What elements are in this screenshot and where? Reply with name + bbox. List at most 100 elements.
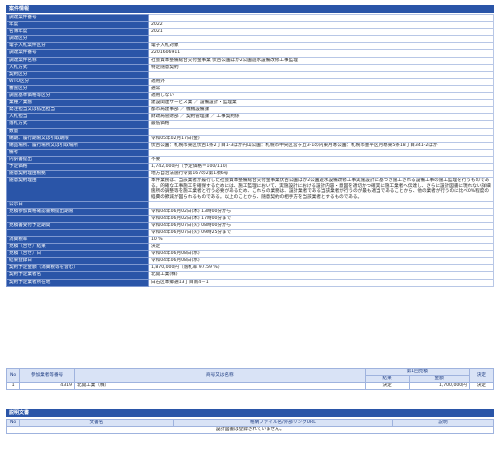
info-row: 調達区分 bbox=[6, 35, 494, 44]
info-row-label: 消費税率 bbox=[6, 235, 149, 245]
info-row-label: 調達案件番号 bbox=[6, 13, 149, 23]
info-row: 名簿年度 2021 bbox=[6, 28, 494, 37]
info-row: 予定価格 1,742,000円（予定価格＝100/110） bbox=[6, 162, 494, 172]
info-row-label: 業種／業態 bbox=[6, 99, 149, 108]
info-row: 年度 2022 bbox=[6, 21, 494, 30]
info-row-value: 特定随意契約 bbox=[148, 63, 494, 72]
info-row-label: 随意契約理由 bbox=[6, 177, 149, 202]
info-row: 契約区分 bbox=[6, 70, 494, 79]
table-row: 1 4319 北開工業（株） 決定 1,700,000円 決定 bbox=[5, 382, 495, 390]
info-row-value: 伏古公園：札幌市東区伏古1条2丁目1-3ほか円山公園：札幌市中央区宮ヶ丘3-1の… bbox=[148, 141, 494, 150]
info-row-value: 電子入札対象 bbox=[148, 42, 494, 51]
info-row-label: 名簿年度 bbox=[6, 28, 149, 37]
info-row: 公示日 bbox=[6, 200, 494, 209]
info-row-label bbox=[6, 228, 149, 238]
info-row-label: 随意契約理由根拠 bbox=[6, 170, 149, 179]
info-row-label: 入札担当 bbox=[6, 113, 149, 122]
info-row-label: 内訳書提出 bbox=[6, 155, 149, 164]
info-row-label: 納品場所、履行場所又は引取場所 bbox=[6, 141, 149, 150]
info-row: 内訳書提出 不要 bbox=[6, 155, 494, 164]
info-row: 随意契約理由根拠 地方自治法施行令第167の2第1項6号 bbox=[6, 170, 494, 179]
info-row: 調達案件番号 2201606911 bbox=[6, 49, 494, 58]
info-row: 令和04年06月07日(火) 09時25分まで bbox=[6, 228, 494, 238]
case-info-header: 案件情報 bbox=[6, 5, 494, 13]
info-row: 調査基準価格等区分 適用しない bbox=[6, 92, 494, 101]
info-row-value bbox=[148, 200, 494, 209]
bid-company-name: 北開工業（株） bbox=[73, 382, 366, 390]
info-row-value: 令和04年06月08日(水) bbox=[148, 257, 494, 266]
col-round1: 第1回見積 bbox=[364, 368, 470, 376]
info-row-value: 本件業務は、当該業者が履行した社会資本整備総合交付金事業伏古公園ほか2公園遊水設… bbox=[148, 177, 494, 202]
info-row-label: 見積書受付予定期間 bbox=[6, 221, 149, 230]
col-company-name: 商号又は名称 bbox=[73, 368, 366, 383]
info-row-value: 2201606911 bbox=[148, 49, 494, 58]
bid-registration-number: 4319 bbox=[19, 382, 75, 390]
info-row: 令和04年06月02日(木) 17時00分まで bbox=[6, 214, 494, 223]
info-row-label: 公示日 bbox=[6, 200, 149, 209]
info-row-value: 白石区本郷通13丁目南4－1 bbox=[148, 278, 494, 287]
info-row-value: 決定 bbox=[148, 243, 494, 252]
info-row: 契約予定金額（消費税等を含む） 1,870,000円（落札率 97.59 %） bbox=[6, 264, 494, 273]
info-row-value: 通常 bbox=[148, 84, 494, 94]
info-row: 発注担当又は払出担当 都市局建事部 ／ 機械設備課 bbox=[6, 106, 494, 115]
info-row-value: 令和04年06月07日(火) 08時00分から bbox=[148, 221, 494, 230]
bid-amount: 1,700,000円 bbox=[408, 382, 470, 390]
info-row-label: 備考 bbox=[6, 148, 149, 157]
info-row: 契約予定業者名 北開工業(株) bbox=[6, 271, 494, 280]
info-row-label: 見積（合せ）結果 bbox=[6, 243, 149, 252]
info-row-value: 建設関連サービス業 ／ 設備設計・監理業 bbox=[148, 99, 494, 108]
info-row-value: 2022 bbox=[148, 21, 494, 30]
info-row: 入札方式 特定随意契約 bbox=[6, 63, 494, 72]
info-row-label: 調査基準価格等区分 bbox=[6, 92, 149, 101]
info-row-label: 予定価格 bbox=[6, 162, 149, 172]
doc-col-file: 格納ファイル名/外部リンクURL bbox=[172, 419, 394, 427]
documents-header: 説明文書 bbox=[6, 409, 494, 417]
info-row-label: 落札方式 bbox=[6, 120, 149, 129]
info-row-label: 電子入札案件区分 bbox=[6, 42, 149, 51]
doc-col-description: 説明 bbox=[392, 419, 494, 427]
info-row-value: 令和05年02月17日(金) bbox=[148, 134, 494, 143]
info-row-value: 1,870,000円（落札率 97.59 %） bbox=[148, 264, 494, 273]
bid-result-table: No 参加業者等番号 商号又は名称 第1回見積 決定 結果 金額 1 4319 … bbox=[5, 368, 495, 390]
bid-no: 1 bbox=[5, 382, 21, 390]
info-row-label: 入札方式 bbox=[6, 63, 149, 72]
doc-col-name: 文書名 bbox=[19, 419, 174, 427]
info-row: WTO区分 適用外 bbox=[6, 77, 494, 86]
info-row: 見積（合せ）日 令和04年06月08日(水) bbox=[6, 250, 494, 259]
info-row-value bbox=[148, 13, 494, 23]
col-no: No bbox=[5, 368, 21, 383]
info-row-value: 財政局管財部 ／ 契約管理課 ／ 工事契約係 bbox=[148, 113, 494, 122]
info-row-label: 契約予定業者所在地 bbox=[6, 278, 149, 287]
info-row: 調達案件名称 社会資本整備総合交付金事業 伏古公園ほか2公園遊水設備改修工事監理 bbox=[6, 56, 494, 65]
info-row-value: 令和04年06月02日(木) 17時00分まで bbox=[148, 214, 494, 223]
col-decision: 決定 bbox=[468, 368, 495, 383]
info-row: 随意契約理由 本件業務は、当該業者が履行した社会資本整備総合交付金事業伏古公園ほか… bbox=[6, 177, 494, 202]
info-row-value: 不要 bbox=[148, 155, 494, 164]
info-row: 見積書受付予定期間 令和04年06月07日(火) 08時00分から bbox=[6, 221, 494, 230]
info-row-value: 適用外 bbox=[148, 77, 494, 86]
info-row-value bbox=[148, 35, 494, 44]
col-registration-number: 参加業者等番号 bbox=[19, 368, 75, 383]
info-row: 業種／業態 建設関連サービス業 ／ 設備設計・監理業 bbox=[6, 99, 494, 108]
info-row-value: 適用しない bbox=[148, 92, 494, 101]
info-row-value: 令和04年06月07日(火) 09時25分まで bbox=[148, 228, 494, 238]
info-row-value: 最低価格 bbox=[148, 120, 494, 129]
info-row-label: 調達案件番号 bbox=[6, 49, 149, 58]
info-row: 結果登録日 令和04年06月08日(水) bbox=[6, 257, 494, 266]
info-row-value: 社会資本整備総合交付金事業 伏古公園ほか2公園遊水設備改修工事監理 bbox=[148, 56, 494, 65]
info-row-value bbox=[148, 148, 494, 157]
info-row-value: 地方自治法施行令第167の2第1項6号 bbox=[148, 170, 494, 179]
info-row-label: 見積（合せ）日 bbox=[6, 250, 149, 259]
info-row: 納品場所、履行場所又は引取場所 伏古公園：札幌市東区伏古1条2丁目1-3ほか円山公… bbox=[6, 141, 494, 150]
info-row-value bbox=[148, 127, 494, 136]
info-row-label: WTO区分 bbox=[6, 77, 149, 86]
info-row: 入札担当 財政局管財部 ／ 契約管理課 ／ 工事契約係 bbox=[6, 113, 494, 122]
info-row-label: 調達区分 bbox=[6, 35, 149, 44]
info-row-label bbox=[6, 214, 149, 223]
bid-result: 決定 bbox=[364, 382, 410, 390]
info-row-label: 調達案件名称 bbox=[6, 56, 149, 65]
info-row: 納期、履行期限又は引取期限 令和05年02月17日(金) bbox=[6, 134, 494, 143]
info-row-label: 年度 bbox=[6, 21, 149, 30]
info-row-value: 北開工業(株) bbox=[148, 271, 494, 280]
info-row-value bbox=[148, 70, 494, 79]
